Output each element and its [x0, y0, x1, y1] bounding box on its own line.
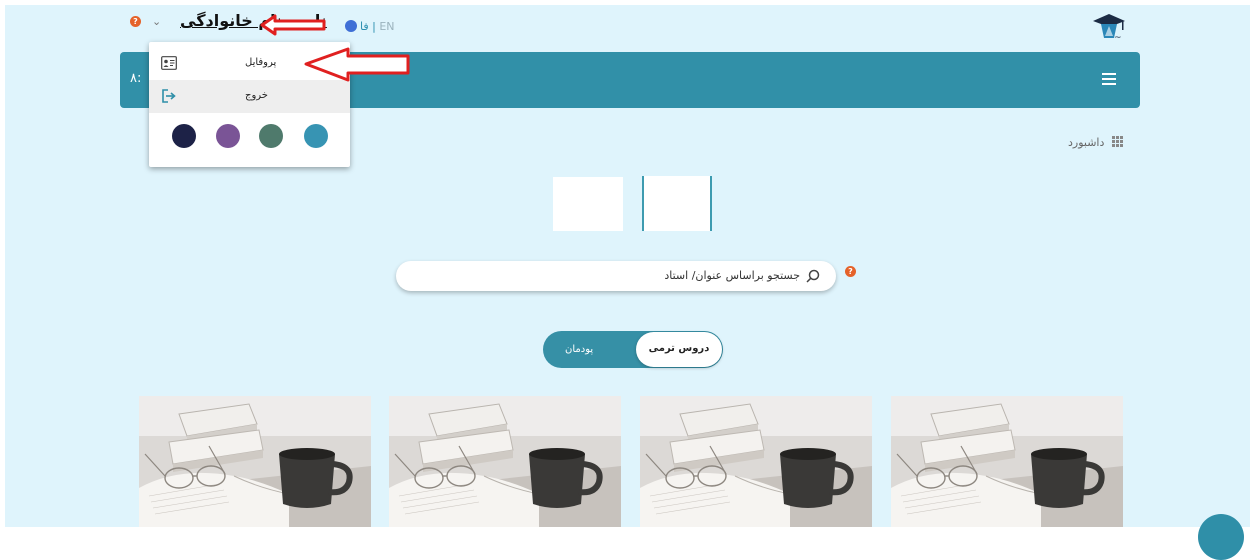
- annotation-layer: [260, 14, 410, 82]
- annotation-arrow-user: [260, 14, 326, 36]
- annotation-arrow-profile: [304, 47, 410, 82]
